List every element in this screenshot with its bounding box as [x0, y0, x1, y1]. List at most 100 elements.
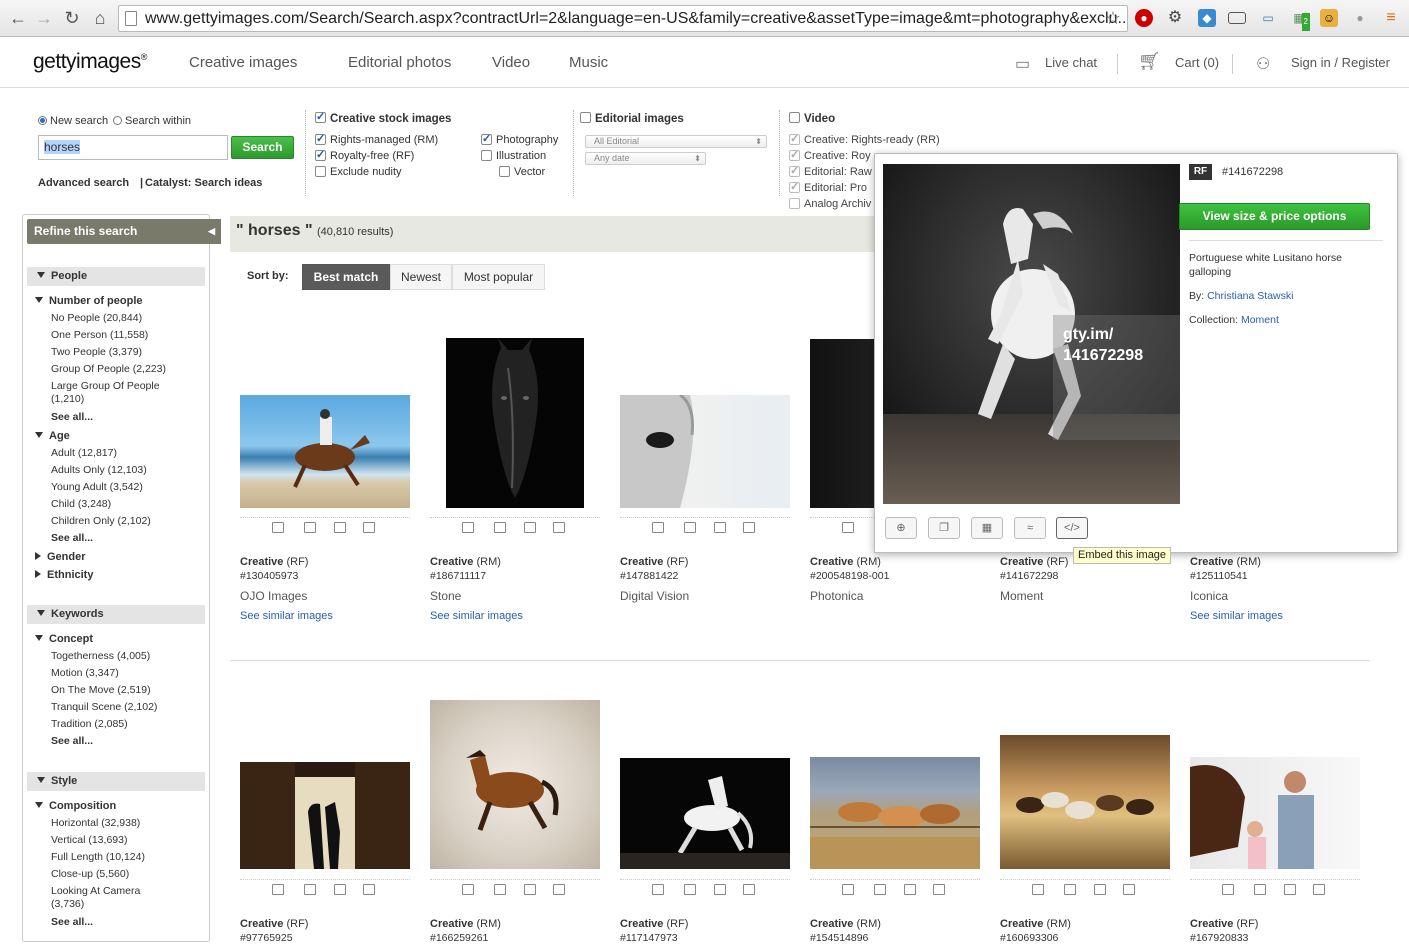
- filter-item[interactable]: Horizontal (32,938): [51, 817, 206, 830]
- analog-archive-checkbox[interactable]: Analog Archiv: [789, 197, 871, 210]
- cart-icon[interactable]: 🛒︎: [1138, 51, 1161, 72]
- add-to-cart-icon[interactable]: [1032, 884, 1044, 895]
- calculator-icon[interactable]: [524, 522, 536, 533]
- reload-icon[interactable]: ↻: [60, 6, 84, 30]
- home-icon[interactable]: ⌂: [88, 6, 112, 30]
- lightbox-icon[interactable]: [494, 522, 506, 533]
- add-to-cart-icon[interactable]: [652, 884, 664, 895]
- photo-result[interactable]: [620, 758, 790, 869]
- calculator-icon[interactable]: [1284, 884, 1296, 895]
- filter-item[interactable]: No People (20,844): [51, 312, 206, 325]
- calculator-icon[interactable]: [1094, 884, 1106, 895]
- nav-music[interactable]: Music: [569, 54, 608, 71]
- add-to-cart-icon[interactable]: [842, 884, 854, 895]
- see-all-link[interactable]: See all...: [51, 411, 93, 423]
- view-size-price-button[interactable]: View size & price options: [1179, 203, 1370, 230]
- lightbox-icon[interactable]: [874, 884, 886, 895]
- ethnicity-group[interactable]: Ethnicity: [35, 568, 93, 582]
- nav-editorial-photos[interactable]: Editorial photos: [348, 54, 451, 71]
- video-rf-checkbox[interactable]: Creative: Roy: [789, 148, 871, 162]
- forward-arrow-icon[interactable]: →: [32, 6, 56, 30]
- back-arrow-icon[interactable]: ←: [6, 6, 30, 30]
- similar-icon[interactable]: [553, 522, 565, 533]
- result-collection[interactable]: Digital Vision: [620, 589, 689, 603]
- nav-creative-images[interactable]: Creative images: [189, 54, 297, 71]
- result-collection[interactable]: OJO Images: [240, 589, 307, 603]
- creative-checkbox[interactable]: Creative stock images: [315, 110, 451, 125]
- rm-checkbox[interactable]: Rights-managed (RM): [315, 132, 438, 146]
- composition-group[interactable]: Composition: [35, 799, 116, 813]
- filter-item[interactable]: Tranquil Scene (2,102): [51, 701, 206, 714]
- calculator-icon[interactable]: [524, 884, 536, 895]
- calculator-icon[interactable]: ▦: [971, 517, 1003, 539]
- photo-result[interactable]: [240, 762, 410, 869]
- new-search-radio[interactable]: New search: [38, 115, 108, 127]
- filter-item[interactable]: Togetherness (4,005): [51, 650, 206, 663]
- collection-link[interactable]: Moment: [1241, 314, 1279, 326]
- chat-icon[interactable]: ▭: [1015, 54, 1030, 74]
- concept-group[interactable]: Concept: [35, 632, 93, 646]
- rf-checkbox[interactable]: Royalty-free (RF): [315, 148, 414, 162]
- lightbox-icon[interactable]: [1064, 884, 1076, 895]
- calculator-icon[interactable]: [714, 884, 726, 895]
- search-button[interactable]: Search: [231, 136, 294, 159]
- add-to-cart-icon[interactable]: [462, 522, 474, 533]
- similar-icon[interactable]: [1123, 884, 1135, 895]
- filter-item[interactable]: On The Move (2,519): [51, 684, 206, 697]
- window-icon[interactable]: [1228, 12, 1246, 24]
- sign-in-link[interactable]: Sign in / Register: [1291, 55, 1390, 70]
- extension-icon[interactable]: ◆: [1198, 9, 1216, 27]
- folder-icon[interactable]: ▭: [1259, 9, 1277, 27]
- photo-result[interactable]: [620, 395, 790, 508]
- people-section[interactable]: People: [27, 267, 205, 286]
- similar-icon[interactable]: [363, 884, 375, 895]
- see-similar-link[interactable]: See similar images: [430, 610, 523, 622]
- filter-item[interactable]: Group Of People (2,223): [51, 363, 206, 376]
- photography-checkbox[interactable]: Photography: [481, 132, 558, 146]
- lightbox-icon[interactable]: [684, 884, 696, 895]
- refine-toggle[interactable]: Refine this search: [27, 219, 221, 244]
- filter-item[interactable]: Close-up (5,560): [51, 868, 206, 881]
- video-checkbox[interactable]: Video: [789, 112, 835, 125]
- editorial-checkbox[interactable]: Editorial images: [580, 112, 684, 125]
- add-to-cart-icon[interactable]: [652, 522, 664, 533]
- filter-item[interactable]: Tradition (2,085): [51, 718, 206, 731]
- preview-image[interactable]: gty.im/ 141672298: [883, 164, 1180, 504]
- similar-icon[interactable]: [553, 884, 565, 895]
- see-similar-link[interactable]: See similar images: [1190, 610, 1283, 622]
- keywords-section[interactable]: Keywords: [27, 605, 205, 624]
- add-to-cart-icon[interactable]: [272, 884, 284, 895]
- similar-icon[interactable]: [363, 522, 375, 533]
- illustration-checkbox[interactable]: Illustration: [481, 149, 546, 162]
- lightbox-icon[interactable]: [684, 522, 696, 533]
- number-of-people-group[interactable]: Number of people: [35, 294, 143, 308]
- sort-best-match[interactable]: Best match: [302, 264, 390, 290]
- live-chat-link[interactable]: Live chat: [1045, 55, 1097, 70]
- lightbox-icon[interactable]: [1254, 884, 1266, 895]
- see-similar-link[interactable]: See similar images: [240, 610, 333, 622]
- lightbox-icon[interactable]: ❐: [928, 517, 960, 539]
- similar-icon[interactable]: [743, 884, 755, 895]
- sort-most-popular[interactable]: Most popular: [452, 264, 545, 290]
- photo-result[interactable]: [1190, 757, 1360, 869]
- video-pro-checkbox[interactable]: Editorial: Pro: [789, 180, 867, 194]
- add-to-cart-icon[interactable]: ⊕: [885, 517, 917, 539]
- similar-icon[interactable]: ≈: [1014, 517, 1046, 539]
- cart-link[interactable]: Cart (0): [1175, 55, 1219, 70]
- filter-item[interactable]: Child (3,248): [51, 498, 206, 511]
- similar-icon[interactable]: [1313, 884, 1325, 895]
- video-raw-checkbox[interactable]: Editorial: Raw: [789, 164, 872, 178]
- lightbox-icon[interactable]: [304, 884, 316, 895]
- advanced-search-link[interactable]: Advanced search: [38, 177, 129, 189]
- filter-item[interactable]: Looking At Camera (3,736): [51, 885, 171, 911]
- menu-icon[interactable]: ≡: [1382, 9, 1400, 27]
- lightbox-icon[interactable]: [304, 522, 316, 533]
- photo-result[interactable]: [810, 757, 980, 869]
- filter-item[interactable]: Vertical (13,693): [51, 834, 206, 847]
- photo-result[interactable]: [1000, 735, 1170, 869]
- filter-item[interactable]: Large Group Of People (1,210): [51, 380, 181, 406]
- filter-item[interactable]: Two People (3,379): [51, 346, 206, 359]
- age-group[interactable]: Age: [35, 429, 70, 443]
- editorial-date-select[interactable]: Any date: [585, 152, 706, 165]
- logo[interactable]: gettyimages®: [33, 50, 147, 74]
